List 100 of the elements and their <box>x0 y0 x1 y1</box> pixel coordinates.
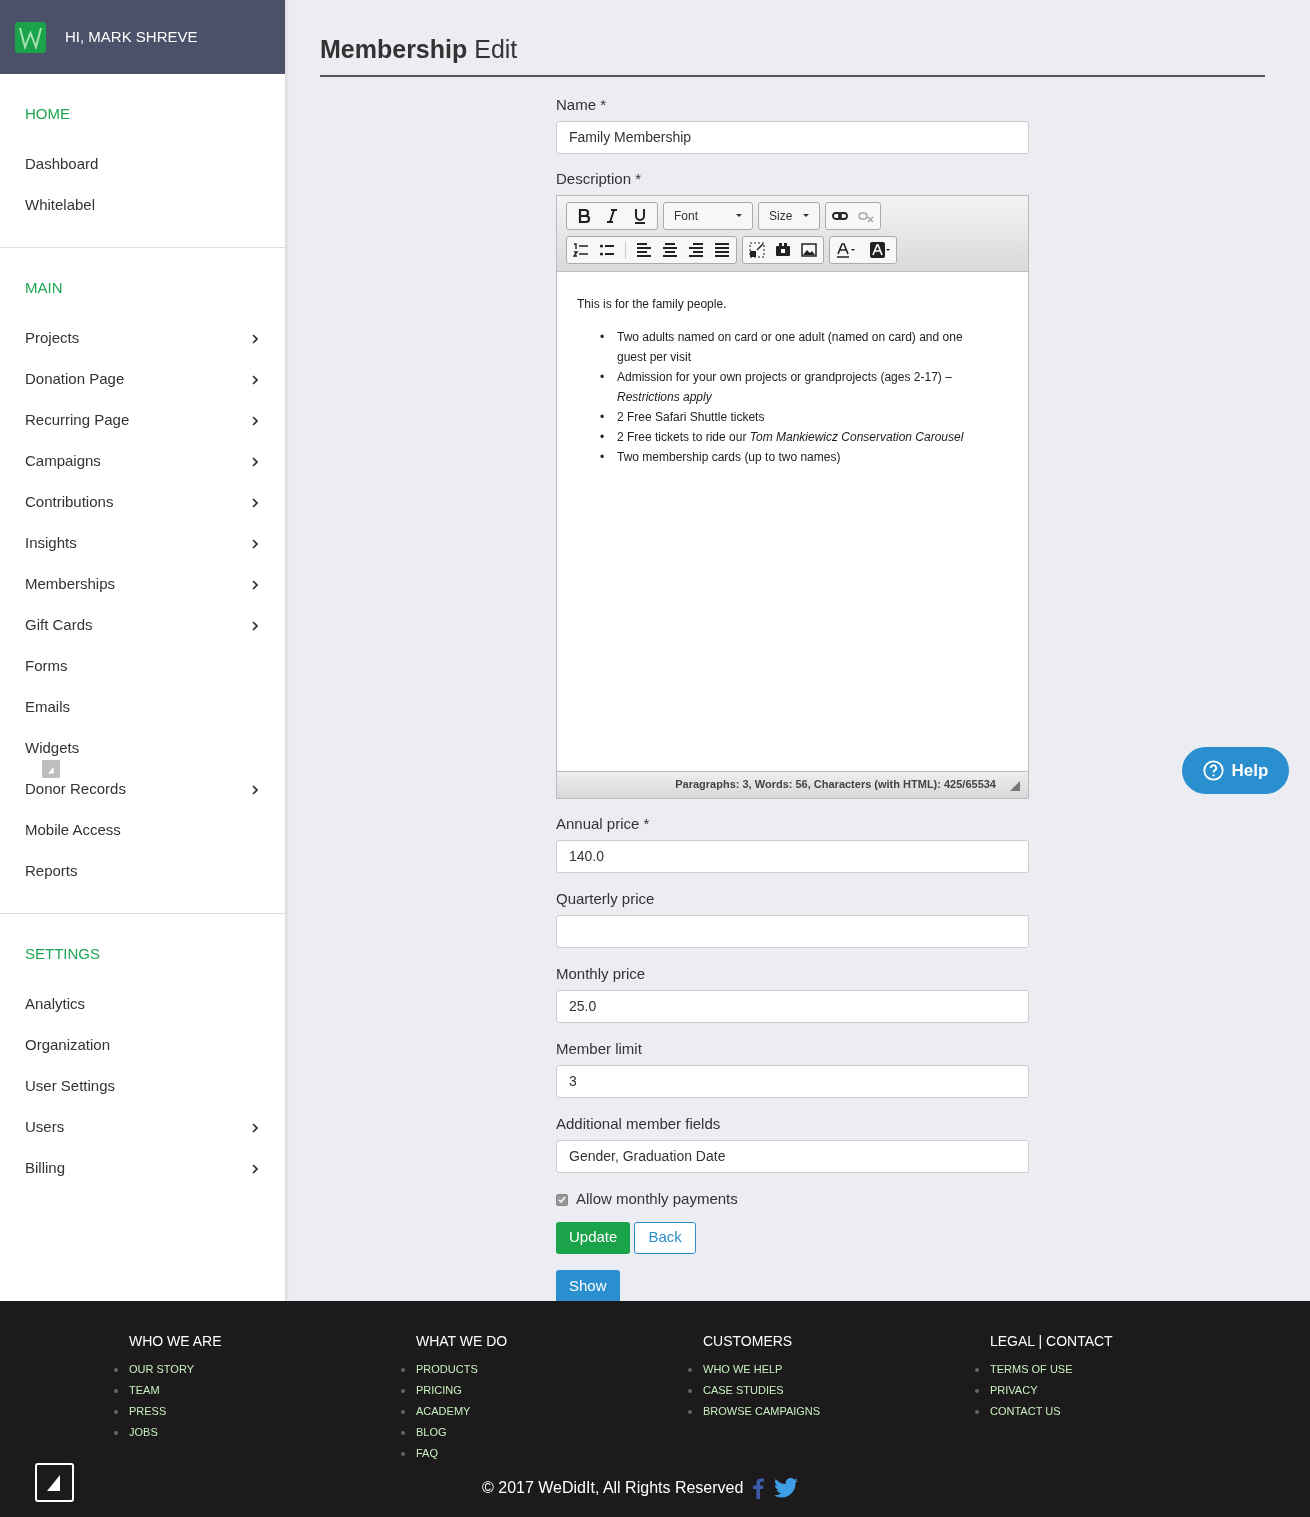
footer-link[interactable]: BLOG <box>416 1424 447 1441</box>
show-button[interactable]: Show <box>556 1269 620 1303</box>
field-label: Additional member fields <box>556 1113 722 1134</box>
chevron-right-icon <box>252 620 258 631</box>
image-icon[interactable] <box>801 241 817 258</box>
sidebar-item[interactable]: Donation Page <box>0 359 285 400</box>
align-right-icon[interactable] <box>688 241 704 258</box>
footer-link[interactable]: ACADEMY <box>416 1403 471 1420</box>
sidebar-item[interactable]: Billing <box>0 1148 285 1189</box>
sidebar-item[interactable]: Memberships <box>0 564 285 605</box>
bold-icon[interactable] <box>576 207 592 224</box>
twitter-icon[interactable] <box>774 1478 799 1498</box>
sidebar-item[interactable]: User Settings <box>0 1066 285 1107</box>
bullet-mark: • <box>600 368 606 386</box>
sidebar-item[interactable]: Users <box>0 1107 285 1148</box>
editor-status: Paragraphs: 3, Words: 56, Characters (with HTML): 425/65534 <box>675 777 996 793</box>
editor-bullet: 2 Free tickets to ride our Tom Mankiewicz Conservation Carousel <box>617 428 964 446</box>
field-label: Annual price * <box>556 813 651 834</box>
chevron-right-icon <box>252 333 258 344</box>
chevron-right-icon <box>252 415 258 426</box>
resize-icon[interactable] <box>749 241 765 258</box>
sidebar-item[interactable]: Mobile Access <box>0 810 285 851</box>
chevron-right-icon <box>252 374 258 385</box>
user-greeting: HI, MARK SHREVE <box>65 26 198 47</box>
sidebar-item[interactable]: Whitelabel <box>0 185 285 226</box>
footer-link[interactable]: CONTACT US <box>990 1403 1061 1420</box>
field-label: Monthly price <box>556 963 647 984</box>
help-icon <box>1202 760 1224 781</box>
text-color-icon[interactable] <box>836 241 856 258</box>
footer-link[interactable]: OUR STORY <box>129 1361 194 1378</box>
footer-link[interactable]: PRESS <box>129 1403 167 1420</box>
sidebar-item[interactable]: Emails <box>0 687 285 728</box>
sidebar-item[interactable]: Gift Cards <box>0 605 285 646</box>
footer-link[interactable]: BROWSE CAMPAIGNS <box>703 1403 821 1420</box>
field-label: Name * <box>556 94 608 115</box>
field-label: Quarterly price <box>556 888 656 909</box>
numbered-list-icon[interactable] <box>573 241 589 258</box>
input-field[interactable]: Gender, Graduation Date <box>556 1139 1029 1173</box>
highlight-color-icon[interactable] <box>870 241 890 258</box>
chevron-right-icon <box>252 497 258 508</box>
bullet-mark: • <box>600 448 606 466</box>
footer-link[interactable]: PRICING <box>416 1382 462 1399</box>
sidebar-item[interactable]: Widgets <box>0 728 285 769</box>
back-button[interactable]: Back <box>634 1221 696 1254</box>
footer-link[interactable]: TEAM <box>129 1382 160 1399</box>
chevron-right-icon <box>252 1122 258 1133</box>
sidebar-item[interactable]: Contributions <box>0 482 285 523</box>
field-label: Description * <box>556 168 643 189</box>
footer-heading: LEGAL | CONTACT <box>990 1332 1114 1349</box>
rich-text-editor[interactable] <box>556 194 1029 799</box>
underline-icon[interactable] <box>632 207 648 224</box>
input-field[interactable]: 25.0 <box>556 989 1029 1023</box>
input-field[interactable]: 140.0 <box>556 839 1029 873</box>
chevron-right-icon <box>252 579 258 590</box>
sidebar-item[interactable]: Organization <box>0 1025 285 1066</box>
sidebar-item[interactable]: Projects <box>0 318 285 359</box>
footer-link[interactable]: WHO WE HELP <box>703 1361 783 1378</box>
font-dropdown[interactable]: Font <box>663 201 753 230</box>
justify-icon[interactable] <box>714 241 730 258</box>
sidebar-item[interactable]: Analytics <box>0 984 285 1025</box>
footer-link[interactable]: PRIVACY <box>990 1382 1038 1399</box>
input-field[interactable]: Family Membership <box>556 120 1029 154</box>
editor-bullet: 2 Free Safari Shuttle tickets <box>617 408 765 426</box>
page-title: Membership Edit <box>320 31 1265 77</box>
footer-link[interactable]: JOBS <box>129 1424 158 1441</box>
sidebar-item[interactable]: Recurring Page <box>0 400 285 441</box>
italic-icon[interactable] <box>604 207 620 224</box>
editor-bullet: Two membership cards (up to two names) <box>617 448 841 466</box>
input-field[interactable] <box>556 914 1029 948</box>
sidebar-item[interactable]: Donor Records <box>0 769 285 810</box>
sidebar-item[interactable]: Forms <box>0 646 285 687</box>
chevron-right-icon <box>252 784 258 795</box>
copyright-text: © 2017 WeDidIt, All Rights Reserved <box>482 1478 744 1498</box>
field-label: Member limit <box>556 1038 643 1059</box>
footer-link[interactable]: FAQ <box>416 1445 438 1462</box>
align-left-icon[interactable] <box>636 241 652 258</box>
sidebar-item[interactable]: Reports <box>0 851 285 892</box>
input-field[interactable]: 3 <box>556 1064 1029 1098</box>
editor-bullet: Admission for your own projects or grandprojects (ages 2-17) – Restrictions apply <box>617 368 953 406</box>
size-dropdown[interactable]: Size <box>758 201 820 230</box>
footer-heading: CUSTOMERS <box>703 1332 794 1349</box>
widget-logo-icon[interactable] <box>35 1463 74 1502</box>
footer-link[interactable]: CASE STUDIES <box>703 1382 784 1399</box>
help-button[interactable]: Help <box>1182 747 1289 794</box>
align-center-icon[interactable] <box>662 241 678 258</box>
checkbox-label: Allow monthly payments <box>576 1189 738 1210</box>
facebook-icon[interactable] <box>753 1477 765 1499</box>
checkbox[interactable] <box>556 1193 568 1206</box>
sidebar-item[interactable]: Dashboard <box>0 144 285 185</box>
footer-link[interactable]: PRODUCTS <box>416 1361 478 1378</box>
logo-icon <box>15 21 46 53</box>
footer-heading: WHAT WE DO <box>416 1332 509 1349</box>
bullet-list-icon[interactable] <box>599 241 615 258</box>
chevron-right-icon <box>252 1163 258 1174</box>
footer-link[interactable]: TERMS OF USE <box>990 1361 1073 1378</box>
editor-paragraph: This is for the family people. <box>577 295 728 313</box>
sidebar-item[interactable]: Campaigns <box>0 441 285 482</box>
video-icon[interactable] <box>775 241 791 258</box>
sidebar-item[interactable]: Insights <box>0 523 285 564</box>
editor-bullet: Two adults named on card or one adult (named on card) and one guest per visit <box>617 328 964 366</box>
